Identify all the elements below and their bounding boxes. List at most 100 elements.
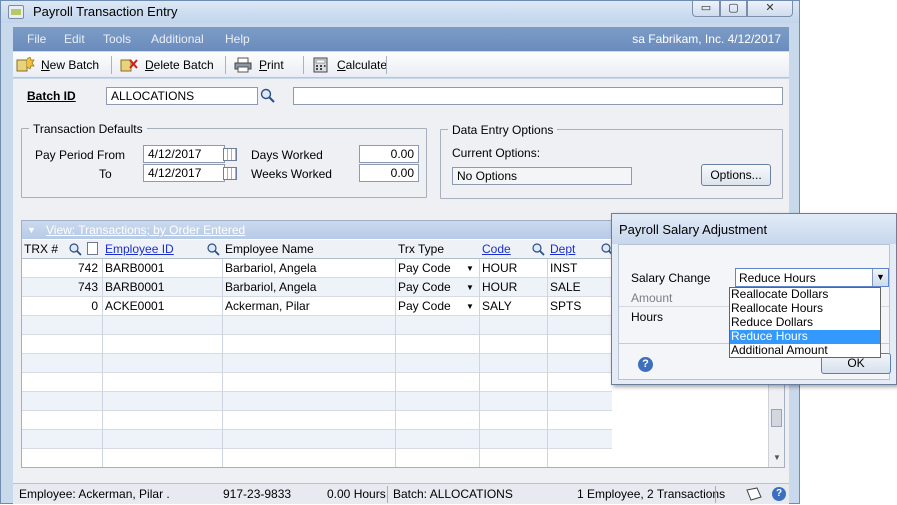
help-icon[interactable]: ? [638,357,653,372]
dropdown-arrow-icon[interactable]: ▼ [872,269,888,286]
batch-id-label[interactable]: Batch ID [27,89,76,103]
dialog-title[interactable]: Payroll Salary Adjustment [612,214,896,244]
toolbar-separator [111,56,112,74]
batch-lookup-button[interactable] [259,87,277,105]
title-bar[interactable]: Payroll Transaction Entry ▭ ▢ ✕ [1,1,799,23]
dropdown-arrow-icon[interactable]: ▼ [466,283,474,292]
days-worked-label: Days Worked [251,148,323,162]
note-pad-icon[interactable] [745,486,763,505]
menu-tools[interactable]: Tools [103,32,131,46]
table-row-empty[interactable] [22,354,612,373]
pay-period-from-label: Pay Period From [35,148,126,162]
salary-change-options-list: Reallocate Dollars Reallocate Hours Redu… [729,287,881,358]
col-trx-type[interactable]: Trx Type [398,242,444,256]
col-employee-name[interactable]: Employee Name [225,242,314,256]
status-summary: 1 Employee, 2 Transactions [577,487,726,501]
col-code[interactable]: Code [482,242,511,256]
col-trx-number[interactable]: TRX # [24,242,58,256]
hours-label: Hours [631,310,664,324]
help-icon[interactable]: ? [772,487,786,501]
new-batch-button[interactable]: New Batch [15,56,99,74]
column-divider [479,259,480,467]
option-additional-amount[interactable]: Additional Amount [730,344,880,358]
amount-label: Amount [631,291,673,305]
calendar-icon[interactable] [223,148,237,161]
expand-arrow-icon[interactable]: ▼ [27,225,36,235]
column-divider [222,259,223,467]
weeks-worked-label: Weeks Worked [251,167,332,181]
option-reduce-hours[interactable]: Reduce Hours [730,330,880,344]
table-row[interactable]: 742 BARB0001 Barbariol, Angela Pay Code … [22,259,612,278]
printer-icon [233,57,253,73]
pay-period-to-field[interactable]: 4/12/2017 [143,164,225,182]
status-bar: Employee: Ackerman, Pilar . 917-23-9833 … [13,483,789,504]
dropdown-arrow-icon[interactable]: ▼ [466,264,474,273]
calculator-icon [311,57,331,73]
calculate-button[interactable]: Calculate [311,56,387,74]
scrollbar-thumb[interactable] [771,409,782,427]
dropdown-arrow-icon[interactable]: ▼ [466,302,474,311]
app-window-icon [8,5,24,19]
scroll-down-icon[interactable]: ▼ [773,453,781,462]
menu-help[interactable]: Help [225,32,250,46]
data-entry-options-title: Data Entry Options [448,123,558,137]
salary-change-label: Salary Change [631,271,711,285]
option-reallocate-dollars[interactable]: Reallocate Dollars [730,288,880,302]
current-options-field: No Options [452,167,632,185]
close-button[interactable]: ✕ [747,1,793,17]
delete-batch-button[interactable]: Delete Batch [119,56,214,74]
col-employee-id[interactable]: Employee ID [105,242,174,256]
menu-additional[interactable]: Additional [151,32,204,46]
status-separator [715,486,716,503]
option-reduce-dollars[interactable]: Reduce Dollars [730,316,880,330]
days-worked-field[interactable]: 0.00 [359,145,419,163]
menu-file[interactable]: File [27,32,46,46]
options-button[interactable]: Options... [701,164,771,186]
status-ssn: 917-23-9833 [223,487,292,501]
toolbar-separator [225,56,226,74]
maximize-button[interactable]: ▢ [720,1,747,17]
toolbar: New Batch Delete Batch Print Calculate [13,52,789,78]
search-icon [260,88,275,103]
minimize-button[interactable]: ▭ [692,1,720,17]
company-date-info: sa Fabrikam, Inc. 4/12/2017 [632,32,781,46]
weeks-worked-field[interactable]: 0.00 [359,164,419,182]
batch-id-field[interactable]: ALLOCATIONS [106,87,258,105]
pay-period-from-field[interactable]: 4/12/2017 [143,145,225,163]
status-employee: Employee: Ackerman, Pilar . [19,487,170,501]
menu-bar: File Edit Tools Additional Help sa Fabri… [13,27,789,51]
note-icon[interactable] [87,242,98,255]
transaction-defaults-title: Transaction Defaults [29,122,147,136]
window-title: Payroll Transaction Entry [33,4,178,19]
print-button[interactable]: Print [233,56,284,74]
table-row-empty[interactable] [22,316,612,335]
option-reallocate-hours[interactable]: Reallocate Hours [730,302,880,316]
to-label: To [99,167,112,181]
column-divider [395,259,396,467]
table-row-empty[interactable] [22,449,612,468]
table-row-empty[interactable] [22,335,612,354]
view-label[interactable]: View: Transactions; by Order Entered [46,223,245,237]
table-row[interactable]: 0 ACKE0001 Ackerman, Pilar Pay Code ▼ SA… [22,297,612,316]
status-batch: Batch: ALLOCATIONS [393,487,513,501]
table-row-empty[interactable] [22,430,612,449]
table-row[interactable]: 743 BARB0001 Barbariol, Angela Pay Code … [22,278,612,297]
table-row-empty[interactable] [22,411,612,430]
batch-description-field[interactable] [293,87,783,105]
column-divider [102,259,103,467]
toolbar-separator [386,56,387,74]
status-hours: 0.00 Hours [327,487,386,501]
table-row-empty[interactable] [22,373,612,392]
code-lookup-icon[interactable] [531,242,545,259]
col-dept[interactable]: Dept [550,242,575,256]
menu-edit[interactable]: Edit [64,32,85,46]
employee-lookup-icon[interactable] [206,242,220,259]
transaction-defaults-group [21,128,427,198]
new-batch-icon [15,56,35,73]
calendar-icon[interactable] [223,167,237,180]
status-separator [387,486,388,503]
zoom-icon[interactable] [68,242,82,259]
table-row-empty[interactable] [22,392,612,411]
salary-change-dropdown[interactable]: Reduce Hours ▼ [735,268,889,287]
column-divider [547,259,548,467]
